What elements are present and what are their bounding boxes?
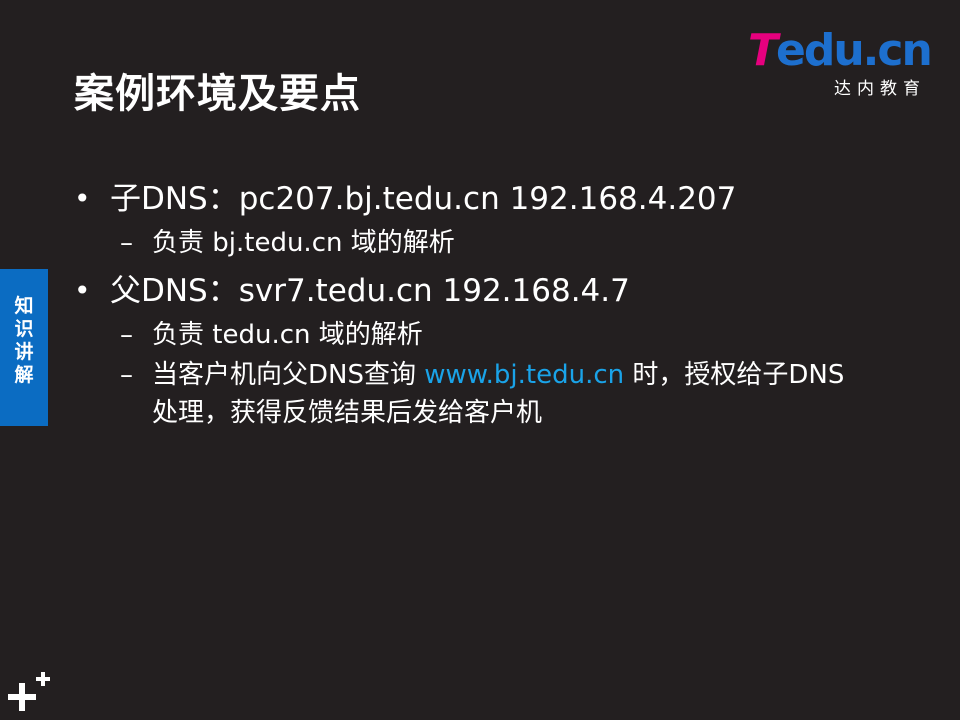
sub-bullet-dash: – — [120, 360, 133, 390]
sub-bullet-item: – 当客户机向父DNS查询 www.bj.tedu.cn 时，授权给子DNS处理… — [74, 356, 852, 432]
sub-bullet-item: – 负责 bj.tedu.cn 域的解析 — [74, 224, 894, 262]
logo-subtitle: 达内教育 — [834, 79, 926, 99]
bullet-item: • 父DNS：svr7.tedu.cn 192.168.4.7 — [74, 268, 894, 314]
sub-bullet-text-prefix: 当客户机向父DNS查询 — [152, 360, 425, 390]
sub-bullet-dash: – — [120, 228, 133, 258]
side-tab-label: 知识讲解 — [14, 295, 34, 386]
logo-wordmark: Tedu.cn — [748, 25, 933, 76]
sub-bullet-text: 负责 tedu.cn 域的解析 — [152, 320, 423, 350]
logo-letter-t: T — [748, 25, 778, 76]
bullet-dot: • — [74, 182, 91, 215]
sub-bullet-text: 负责 bj.tedu.cn 域的解析 — [152, 228, 455, 258]
bullet-dot: • — [74, 274, 91, 307]
side-tab: 知识讲解 — [0, 269, 48, 426]
tedu-logo: Tedu.cn 达内教育 — [748, 26, 938, 102]
logo-word-rest: edu.cn — [776, 25, 933, 76]
sub-bullet-dash: – — [120, 320, 133, 350]
bullet-group-parent-dns: • 父DNS：svr7.tedu.cn 192.168.4.7 – 负责 ted… — [74, 268, 894, 432]
query-domain-link[interactable]: www.bj.tedu.cn — [424, 360, 624, 390]
bullet-group-child-dns: • 子DNS：pc207.bj.tedu.cn 192.168.4.207 – … — [74, 176, 894, 262]
bullet-item: • 子DNS：pc207.bj.tedu.cn 192.168.4.207 — [74, 176, 894, 222]
bullet-list: • 子DNS：pc207.bj.tedu.cn 192.168.4.207 – … — [74, 176, 894, 438]
bullet-text: 父DNS：svr7.tedu.cn 192.168.4.7 — [110, 273, 630, 309]
sub-bullet-item: – 负责 tedu.cn 域的解析 — [74, 316, 894, 354]
plus-plus-icon — [8, 672, 50, 711]
bullet-text: 子DNS：pc207.bj.tedu.cn 192.168.4.207 — [110, 181, 737, 217]
slide-title: 案例环境及要点 — [74, 71, 361, 117]
